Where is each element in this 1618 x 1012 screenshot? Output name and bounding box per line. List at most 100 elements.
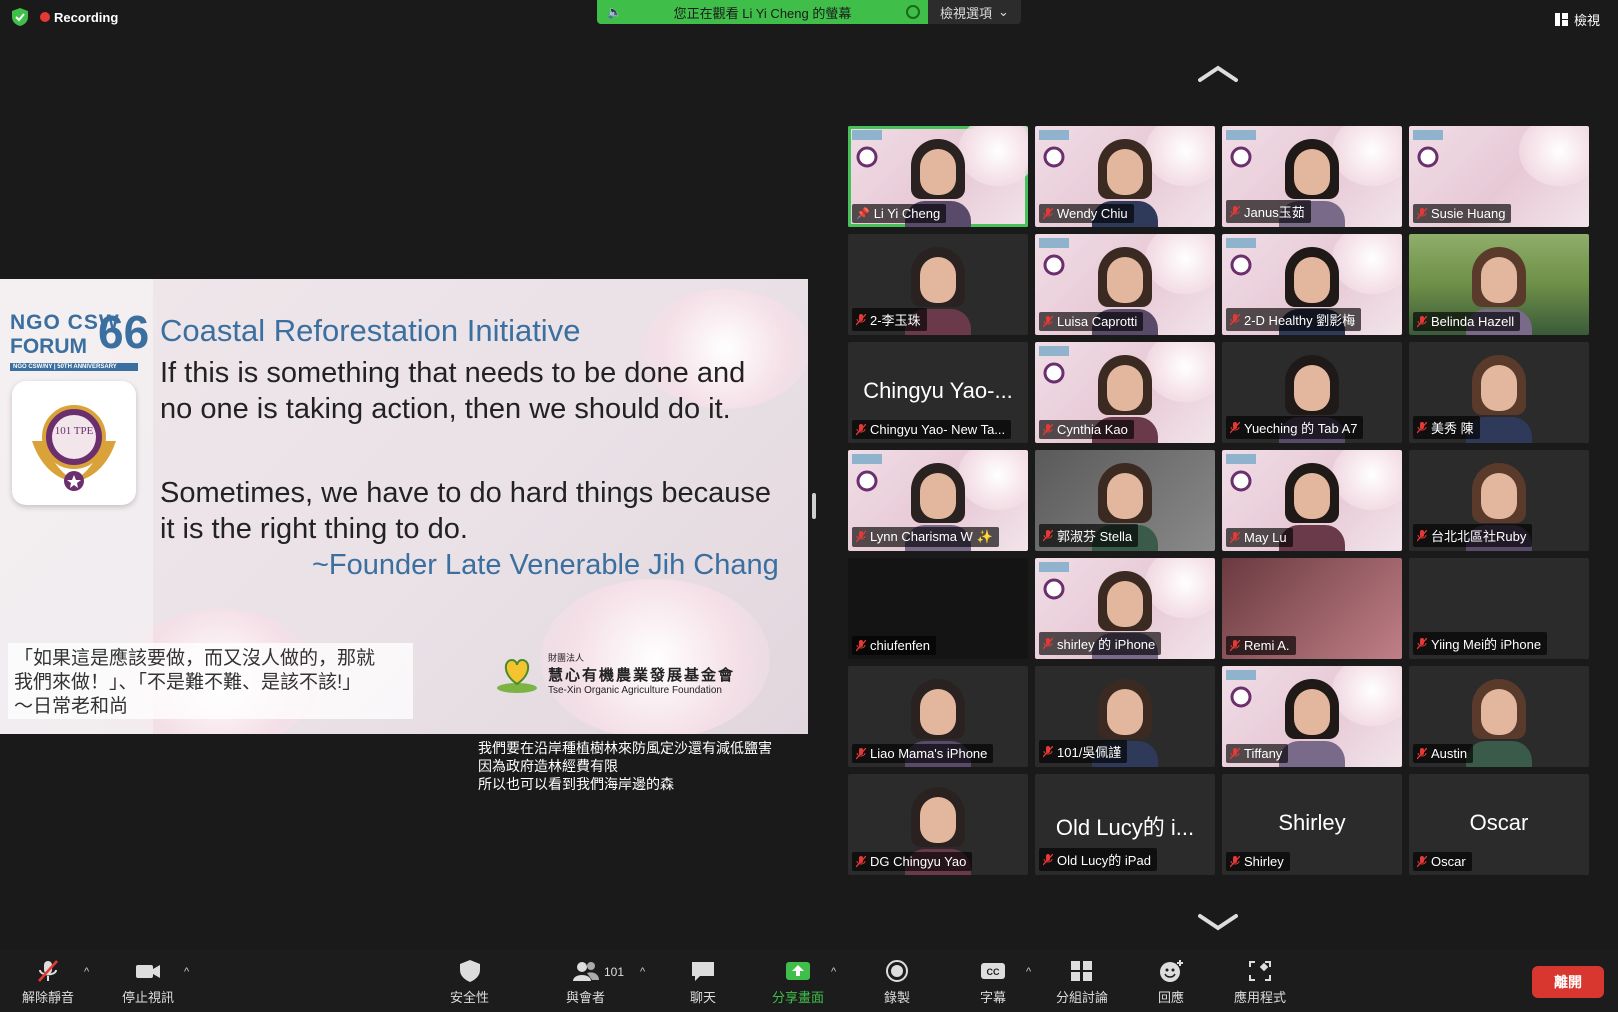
- participant-tile[interactable]: DG Chingyu Yao: [848, 774, 1028, 875]
- chat-button[interactable]: 聊天: [690, 959, 716, 1006]
- participant-name-label: 2-李玉珠: [852, 308, 927, 331]
- participant-tile[interactable]: 2-李玉珠: [848, 234, 1028, 335]
- view-options-button[interactable]: 檢視選項 ⌄: [928, 0, 1021, 24]
- muted-mic-icon: [1417, 421, 1427, 433]
- ngo-csw-mini-logo-icon: [1226, 454, 1256, 492]
- participant-count-badge: 101: [604, 965, 625, 979]
- participant-tile[interactable]: Cynthia Kao: [1035, 342, 1215, 443]
- ngo-csw-mini-logo-icon: [852, 454, 882, 492]
- caption-line: 所以也可以看到我們海岸邊的森: [478, 776, 674, 792]
- participant-name-label: Liao Mama's iPhone: [852, 744, 994, 763]
- reactions-button[interactable]: 回應: [1158, 959, 1184, 1006]
- participant-tile[interactable]: Chingyu Yao-... Chingyu Yao- New Ta...: [848, 342, 1028, 443]
- audio-options-caret-icon[interactable]: ^: [84, 966, 89, 978]
- unmute-button[interactable]: 解除靜音: [22, 959, 74, 1006]
- participant-tile[interactable]: Austin: [1409, 666, 1589, 767]
- pin-icon: 📌: [856, 208, 870, 220]
- participant-tile[interactable]: Yueching 的 Tab A7: [1222, 342, 1402, 443]
- zh-quote-line: 「如果這是應該要做，而又沒人做的，那就: [14, 648, 376, 669]
- participant-name: shirley 的 iPhone: [1057, 637, 1156, 652]
- participant-name-label: Wendy Chiu: [1039, 204, 1134, 223]
- participant-name: Susie Huang: [1431, 206, 1506, 221]
- participant-tile[interactable]: shirley 的 iPhone: [1035, 558, 1215, 659]
- viewing-screen-indicator: 🔈 您正在觀看 Li Yi Cheng 的螢幕: [597, 0, 928, 24]
- participant-tile[interactable]: Tiffany: [1222, 666, 1402, 767]
- participant-tile[interactable]: 美秀 陳: [1409, 342, 1589, 443]
- record-label: 錄製: [884, 990, 911, 1005]
- muted-mic-icon: [856, 531, 866, 543]
- security-button[interactable]: 安全性: [450, 959, 489, 1006]
- participant-name: May Lu: [1244, 530, 1287, 545]
- participant-tile[interactable]: 台北北區社Ruby: [1409, 450, 1589, 551]
- participant-tile[interactable]: Susie Huang: [1409, 126, 1589, 227]
- share-screen-button[interactable]: 分享畫面: [772, 959, 824, 1006]
- participant-name-label: Belinda Hazell: [1413, 312, 1521, 331]
- participant-tile[interactable]: Remi A.: [1222, 558, 1402, 659]
- participant-tile[interactable]: 📌 Li Yi Cheng: [848, 126, 1028, 227]
- captions-caret-icon[interactable]: ^: [1026, 966, 1031, 978]
- muted-mic-icon: [1043, 853, 1053, 865]
- participants-button[interactable]: 與會者: [566, 959, 605, 1006]
- participant-tile[interactable]: Shirley Shirley: [1222, 774, 1402, 875]
- participant-tile[interactable]: Old Lucy的 i... Old Lucy的 iPad: [1035, 774, 1215, 875]
- leave-button[interactable]: 離開: [1532, 966, 1604, 998]
- captions-button[interactable]: CC 字幕: [980, 959, 1006, 1006]
- svg-text:CC: CC: [987, 967, 1000, 977]
- record-button[interactable]: 錄製: [884, 959, 910, 1006]
- breakout-rooms-button[interactable]: 分組討論: [1056, 959, 1108, 1006]
- participant-tile[interactable]: Luisa Caprotti: [1035, 234, 1215, 335]
- participant-tile[interactable]: Lynn Charisma W ✨: [848, 450, 1028, 551]
- participant-tile[interactable]: 郭淑芬 Stella: [1035, 450, 1215, 551]
- ngo-csw-mini-logo-icon: [1039, 346, 1069, 384]
- participant-name: 2-李玉珠: [870, 313, 921, 328]
- split-resize-handle[interactable]: [812, 493, 816, 519]
- participant-tile[interactable]: Oscar Oscar: [1409, 774, 1589, 875]
- blossom-decoration: [1519, 126, 1589, 186]
- participant-name: Chingyu Yao- New Ta...: [870, 422, 1006, 437]
- share-banner-text: 您正在觀看 Li Yi Cheng 的螢幕: [673, 5, 852, 21]
- reactions-label: 回應: [1158, 990, 1185, 1005]
- participant-tile[interactable]: May Lu: [1222, 450, 1402, 551]
- participant-tile[interactable]: Liao Mama's iPhone: [848, 666, 1028, 767]
- participants-caret-icon[interactable]: ^: [640, 966, 645, 978]
- participant-name: Tiffany: [1244, 746, 1283, 761]
- share-options-caret-icon[interactable]: ^: [831, 966, 836, 978]
- participant-tile[interactable]: Belinda Hazell: [1409, 234, 1589, 335]
- participant-name-label: 101/吳佩謹: [1039, 740, 1128, 763]
- participant-name-label: 2-D Healthy 劉影梅: [1226, 308, 1362, 331]
- recording-indicator[interactable]: Recording: [12, 8, 118, 26]
- shield-check-icon: [12, 8, 28, 26]
- shared-screen[interactable]: NGO CSW FORUM 66 NGO CSW/NY | 50TH ANNIV…: [0, 279, 808, 734]
- gallery-next-chevron-down-icon[interactable]: [1198, 912, 1238, 934]
- captions-label: 字幕: [980, 990, 1007, 1005]
- participant-name-label: DG Chingyu Yao: [852, 852, 973, 871]
- gallery-prev-chevron-up-icon[interactable]: [1198, 62, 1238, 84]
- participant-display-name: Old Lucy的 i...: [1055, 815, 1195, 840]
- stop-video-button[interactable]: 停止視訊: [122, 959, 174, 1006]
- ngo-csw-mini-logo-icon: [852, 130, 882, 168]
- participant-tile[interactable]: 101/吳佩謹: [1035, 666, 1215, 767]
- ngo-csw-mini-logo-icon: [1413, 130, 1443, 168]
- participant-name-label: Yiing Mei的 iPhone: [1413, 632, 1548, 655]
- share-banner: 🔈 您正在觀看 Li Yi Cheng 的螢幕 檢視選項 ⌄: [597, 0, 1021, 24]
- grid-view-icon: [1554, 13, 1568, 26]
- zh-quote-line: 我們來做！」、「不是難不難、是該不該!」: [14, 672, 362, 693]
- record-icon: [886, 960, 908, 982]
- muted-mic-icon: [1417, 315, 1427, 327]
- muted-mic-icon: [1230, 421, 1240, 433]
- participant-name-label: Lynn Charisma W ✨: [852, 527, 999, 547]
- participant-tile[interactable]: chiufenfen: [848, 558, 1028, 659]
- apps-button[interactable]: 應用程式: [1234, 959, 1286, 1006]
- participant-tile[interactable]: Wendy Chiu: [1035, 126, 1215, 227]
- participant-name-label: Yueching 的 Tab A7: [1226, 416, 1364, 439]
- muted-mic-icon: [856, 313, 866, 325]
- video-options-caret-icon[interactable]: ^: [184, 966, 189, 978]
- participant-tile[interactable]: Janus玉茹: [1222, 126, 1402, 227]
- participant-tile[interactable]: 2-D Healthy 劉影梅: [1222, 234, 1402, 335]
- participant-tile[interactable]: Yiing Mei的 iPhone: [1409, 558, 1589, 659]
- apps-label: 應用程式: [1234, 990, 1287, 1005]
- participant-name-label: Old Lucy的 iPad: [1039, 848, 1157, 871]
- muted-mic-icon: [856, 639, 866, 651]
- view-button[interactable]: 檢視: [1554, 10, 1600, 29]
- ngo-csw-mini-logo-icon: [1039, 562, 1069, 600]
